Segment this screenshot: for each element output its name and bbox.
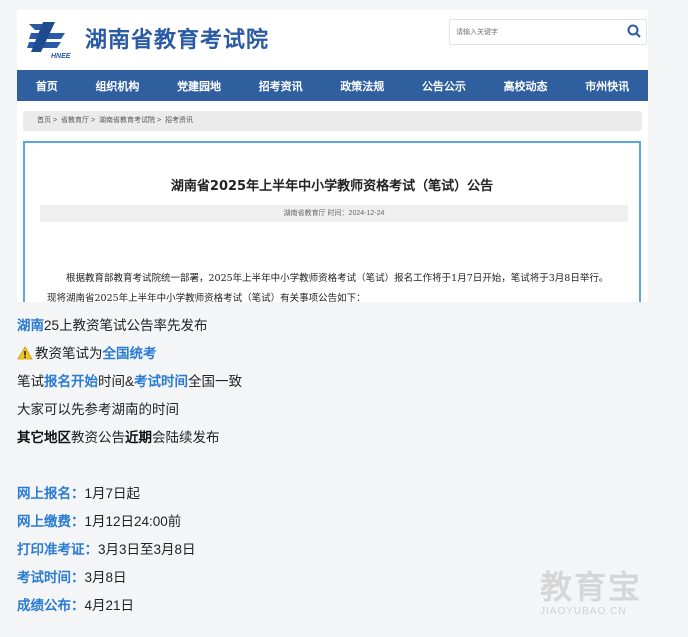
main-nav: 首页 组织机构 党建园地 招考资讯 政策法规 公告公示 高校动态 市州快讯	[17, 70, 648, 101]
nav-item-party[interactable]: 党建园地	[177, 78, 221, 94]
schedule-value: 3月8日	[84, 570, 127, 585]
search-icon[interactable]	[626, 23, 642, 39]
highlight-registration: 报名开始	[44, 374, 98, 389]
post-line-5: 其它地区教资公告近期会陆续发布	[17, 424, 657, 452]
site-header: HNEE 湖南省教育考试院	[17, 10, 648, 70]
article-title: 湖南省2025年上半年中小学教师资格考试（笔试）公告	[170, 179, 494, 194]
breadcrumb-home[interactable]: 首页 >	[37, 117, 57, 124]
post-line-4: 大家可以先参考湖南的时间	[17, 402, 179, 417]
nav-item-city-news[interactable]: 市州快讯	[585, 78, 629, 94]
nav-item-organization[interactable]: 组织机构	[95, 78, 139, 94]
hnee-logo-icon: HNEE	[27, 22, 71, 60]
schedule-row: 打印准考证：3月3日至3月8日	[17, 536, 657, 564]
bold-other-regions: 其它地区	[17, 430, 71, 445]
nav-item-admissions[interactable]: 招考资讯	[259, 78, 303, 94]
schedule-value: 1月7日起	[84, 486, 141, 501]
post-text: 25上教资笔试公告率先发布	[44, 318, 208, 333]
post-line-2: 教资笔试为全国统考	[17, 340, 657, 368]
search-input[interactable]	[450, 20, 618, 44]
schedule-label: 打印准考证：	[17, 542, 98, 557]
schedule-value: 3月3日至3月8日	[98, 542, 196, 557]
highlight-hunan: 湖南	[17, 318, 44, 333]
breadcrumb: 首页 > 省教育厅 > 湖南省教育考试院 > 招考资讯	[23, 111, 642, 131]
nav-item-policy[interactable]: 政策法规	[340, 78, 384, 94]
article-panel: 湖南省2025年上半年中小学教师资格考试（笔试）公告 湖南省教育厅 时间：202…	[23, 141, 641, 302]
schedule-label: 考试时间：	[17, 570, 85, 585]
post-line-1: 湖南25上教资笔试公告率先发布	[17, 312, 657, 340]
breadcrumb-institute[interactable]: 湖南省教育考试院 >	[99, 117, 161, 124]
schedule-row: 网上缴费：1月12日24:00前	[17, 508, 657, 536]
post-text: 全国一致	[188, 374, 243, 389]
post-text: 时间&	[98, 374, 135, 389]
highlight-exam-time: 考试时间	[134, 374, 189, 389]
breadcrumb-current[interactable]: 招考资讯	[165, 117, 193, 124]
post-text: 教资公告	[71, 430, 125, 445]
svg-text:HNEE: HNEE	[51, 53, 71, 60]
schedule-label: 网上报名：	[17, 486, 85, 501]
nav-item-home[interactable]: 首页	[36, 78, 58, 94]
article-meta: 湖南省教育厅 时间：2024-12-24	[40, 205, 628, 222]
breadcrumb-department[interactable]: 省教育厅 >	[61, 117, 95, 124]
schedule-value: 1月12日24:00前	[84, 514, 182, 529]
screenshot-image: HNEE 湖南省教育考试院 首页 组织机构 党建园地 招考资讯 政策法规 公告公…	[17, 10, 648, 302]
schedule-row: 网上报名：1月7日起	[17, 480, 657, 508]
schedule-value: 4月21日	[84, 598, 135, 613]
bold-soon: 近期	[125, 430, 152, 445]
highlight-national: 全国统考	[102, 346, 157, 361]
watermark-sub: JIAOYUBAO.CN	[540, 606, 627, 617]
post-text: 教资笔试为	[35, 346, 103, 361]
schedule-label: 网上缴费：	[17, 514, 85, 529]
watermark-main: 教育宝	[540, 569, 643, 605]
nav-item-universities[interactable]: 高校动态	[504, 78, 548, 94]
search-box[interactable]	[449, 19, 647, 45]
article-paragraph: 根据教育部教育考试院统一部署，2025年上半年中小学教师资格考试（笔试）报名工作…	[47, 273, 609, 302]
post-text: 会陆续发布	[152, 430, 220, 445]
nav-item-notices[interactable]: 公告公示	[422, 78, 466, 94]
post-text: 笔试	[17, 374, 44, 389]
jiaoyubao-watermark: 教育宝 JIAOYUBAO.CN	[540, 562, 680, 622]
warning-icon	[17, 346, 33, 360]
schedule-label: 成绩公布：	[17, 598, 85, 613]
site-title[interactable]: 湖南省教育考试院	[85, 22, 269, 54]
post-line-3: 笔试报名开始时间&考试时间全国一致	[17, 368, 657, 396]
